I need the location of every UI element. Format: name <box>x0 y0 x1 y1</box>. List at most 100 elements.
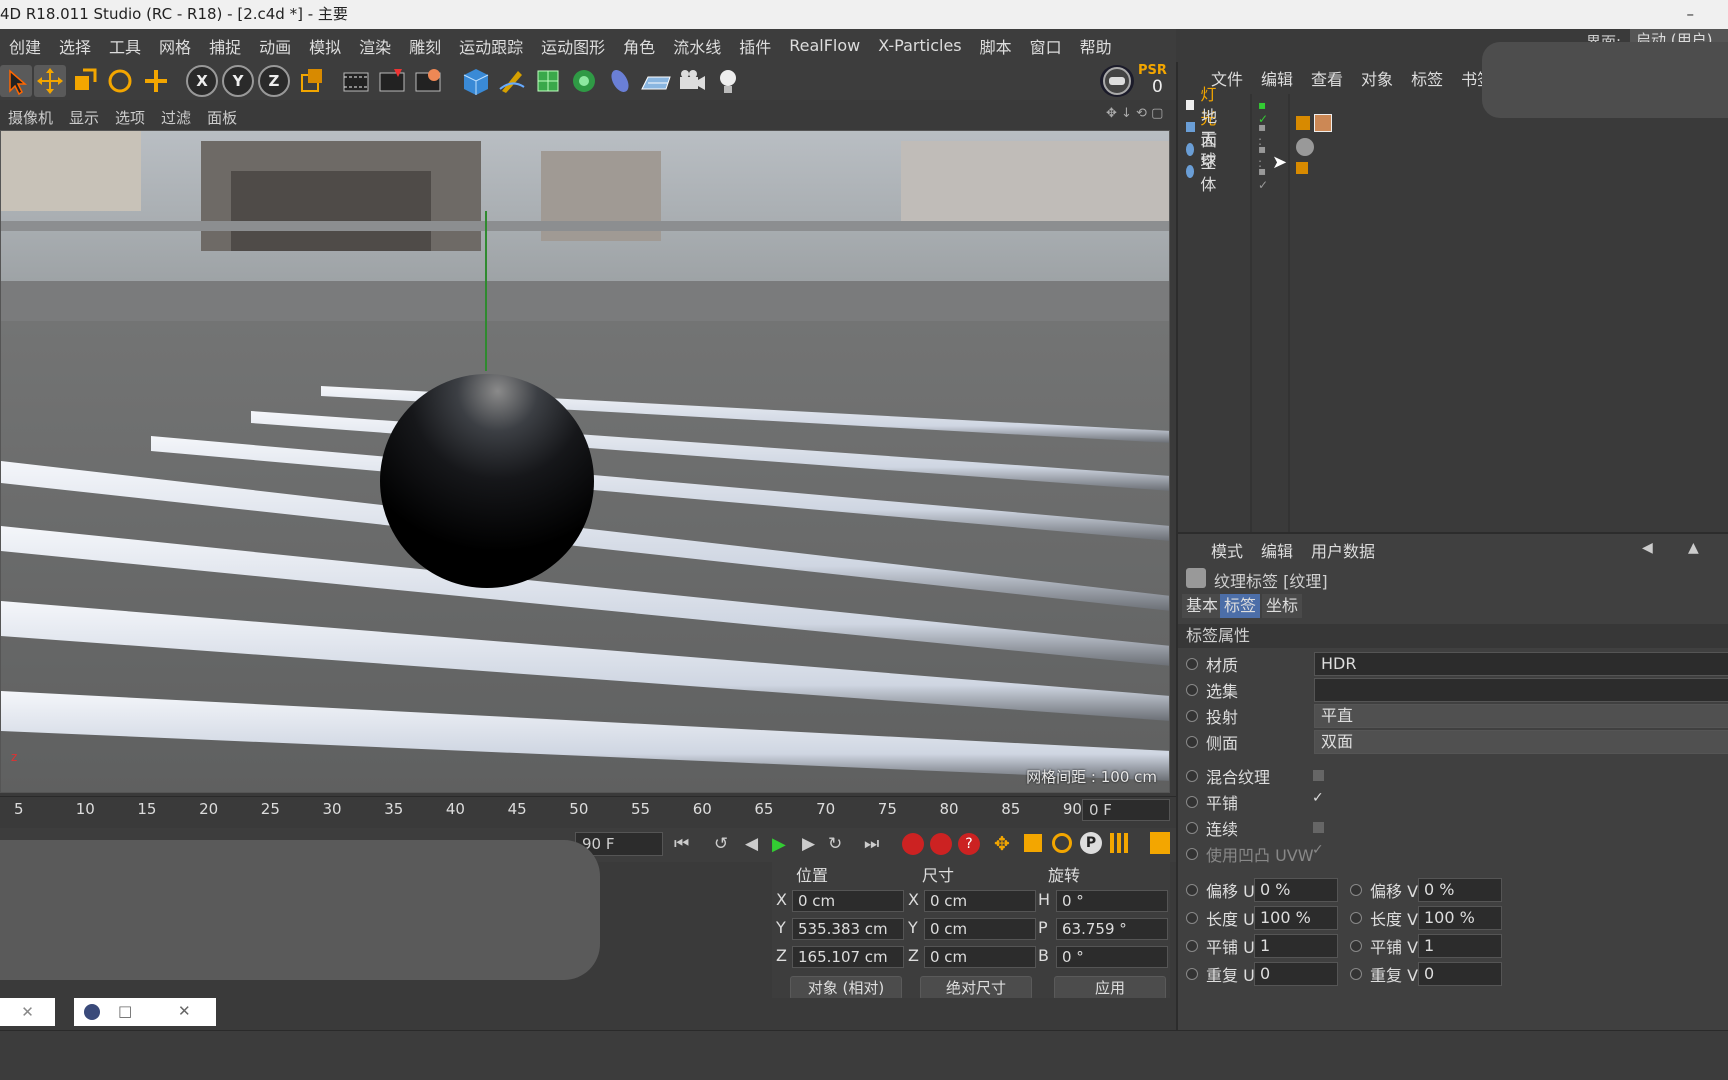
anim-radio-icon[interactable] <box>1186 658 1198 670</box>
render-settings-icon[interactable] <box>412 65 444 97</box>
prev-frame-icon[interactable]: ◀ <box>745 834 758 854</box>
camera-icon[interactable] <box>676 65 708 97</box>
timeline-scheme-icon[interactable] <box>1150 832 1170 854</box>
render-picture-viewer-icon[interactable] <box>376 65 408 97</box>
material-field[interactable]: HDR <box>1314 652 1728 676</box>
x-axis-lock-button[interactable]: X <box>186 65 218 97</box>
menu-item[interactable]: 渲染 <box>350 34 400 58</box>
seamless-checkbox[interactable] <box>1313 822 1324 833</box>
offset-v-field[interactable]: 0 % <box>1418 878 1502 902</box>
object-row-sphere[interactable]: 球体 <box>1186 151 1221 194</box>
key-parameter-icon[interactable]: P <box>1080 832 1102 854</box>
menu-item[interactable]: 窗口 <box>1021 34 1071 58</box>
anim-radio-icon[interactable] <box>1186 848 1198 860</box>
offset-u-field[interactable]: 0 % <box>1254 878 1338 902</box>
tab-tag[interactable]: 标签 <box>1220 594 1261 618</box>
anim-radio-icon[interactable] <box>1186 684 1198 696</box>
side-dropdown[interactable]: 双面 <box>1314 730 1728 754</box>
position-x-field[interactable]: 0 cm <box>792 890 904 912</box>
repeat-v-field[interactable]: 0 <box>1418 962 1502 986</box>
attr-menu-edit[interactable]: 编辑 <box>1252 538 1302 562</box>
record-key-icon[interactable] <box>902 833 924 855</box>
obj-menu-object[interactable]: 对象 <box>1352 66 1402 90</box>
size-mode-dropdown[interactable]: 绝对尺寸 <box>920 976 1032 1000</box>
rotation-p-field[interactable]: 63.759 ° <box>1056 918 1168 940</box>
key-position-icon[interactable]: ✥ <box>994 833 1010 855</box>
minimize-button[interactable]: – <box>1687 0 1695 29</box>
goto-start-icon[interactable]: ⏮ <box>674 834 689 854</box>
menu-item[interactable]: 流水线 <box>664 34 730 58</box>
size-z-field[interactable]: 0 cm <box>924 946 1036 968</box>
coordinate-system-icon[interactable] <box>296 65 328 97</box>
sphere-tag-icon[interactable] <box>1296 162 1308 174</box>
keyframe-selection-icon[interactable]: ? <box>958 833 980 855</box>
add-tool-icon[interactable] <box>140 65 172 97</box>
close-icon[interactable]: ✕ <box>178 1002 191 1020</box>
attr-menu-mode[interactable]: 模式 <box>1202 538 1252 562</box>
menu-item[interactable]: 角色 <box>614 34 664 58</box>
menu-item[interactable]: 选择 <box>50 34 100 58</box>
anim-radio-icon[interactable] <box>1186 968 1198 980</box>
object-mode-dropdown[interactable]: 对象 (相对) <box>790 976 902 1000</box>
mix-texture-checkbox[interactable] <box>1313 770 1324 781</box>
menu-item[interactable]: 运动跟踪 <box>450 34 532 58</box>
menu-item[interactable]: 工具 <box>100 34 150 58</box>
anim-radio-icon[interactable] <box>1186 822 1198 834</box>
document-tab[interactable]: □ ✕ <box>74 998 216 1026</box>
scale-tool-icon[interactable] <box>68 65 100 97</box>
anim-radio-icon[interactable] <box>1186 796 1198 808</box>
goto-end-icon[interactable]: ⏭ <box>864 834 879 854</box>
menu-item[interactable]: 帮助 <box>1071 34 1121 58</box>
material-tag-icon[interactable] <box>1314 114 1332 132</box>
maximize-icon[interactable]: □ <box>118 1002 132 1020</box>
3d-viewport[interactable]: z 网格间距 : 100 cm <box>0 130 1170 793</box>
anim-radio-icon[interactable] <box>1186 770 1198 782</box>
rotate-tool-icon[interactable] <box>104 65 136 97</box>
viewport-menu-camera[interactable]: 摄像机 <box>0 107 61 128</box>
viewport-nav-icons[interactable]: ✥ ↓ ⟲ ▢ <box>1106 106 1166 126</box>
key-pla-icon[interactable] <box>1110 833 1130 853</box>
size-x-field[interactable]: 0 cm <box>924 890 1036 912</box>
up-arrow-icon[interactable]: ▲ <box>1688 540 1699 556</box>
light-icon[interactable] <box>712 65 744 97</box>
tag-icon[interactable] <box>1296 116 1310 130</box>
anim-radio-icon[interactable] <box>1350 912 1362 924</box>
cube-primitive-icon[interactable] <box>460 65 492 97</box>
rotation-h-field[interactable]: 0 ° <box>1056 890 1168 912</box>
play-icon[interactable]: ▶ <box>772 834 786 855</box>
menu-item[interactable]: 脚本 <box>971 34 1021 58</box>
length-v-field[interactable]: 100 % <box>1418 906 1502 930</box>
tab-basic[interactable]: 基本 <box>1182 594 1223 618</box>
viewport-menu-options[interactable]: 选项 <box>107 107 153 128</box>
menu-item[interactable]: X-Particles <box>869 36 970 55</box>
attr-menu-userdata[interactable]: 用户数据 <box>1302 538 1384 562</box>
tiles-v-field[interactable]: 1 <box>1418 934 1502 958</box>
tile-checkbox-checked-icon[interactable]: ✓ <box>1312 790 1324 806</box>
viewport-menu-panel[interactable]: 面板 <box>199 107 245 128</box>
anim-radio-icon[interactable] <box>1186 736 1198 748</box>
sphere-object[interactable] <box>380 374 594 588</box>
pen-spline-icon[interactable] <box>496 65 528 97</box>
z-axis-lock-button[interactable]: Z <box>258 65 290 97</box>
length-u-field[interactable]: 100 % <box>1254 906 1338 930</box>
obj-menu-edit[interactable]: 编辑 <box>1252 66 1302 90</box>
menu-item[interactable]: 运动图形 <box>532 34 614 58</box>
rotation-b-field[interactable]: 0 ° <box>1056 946 1168 968</box>
bump-uvw-checked-icon[interactable]: ✓ <box>1312 842 1324 858</box>
move-tool-icon[interactable] <box>34 65 66 97</box>
deformer-icon[interactable] <box>604 65 636 97</box>
tab-coords[interactable]: 坐标 <box>1262 594 1303 618</box>
anim-radio-icon[interactable] <box>1350 884 1362 896</box>
cloner-icon[interactable] <box>568 65 600 97</box>
back-arrow-icon[interactable]: ◀ <box>1642 540 1653 556</box>
viewport-menu-display[interactable]: 显示 <box>61 107 107 128</box>
sky-material-tag-icon[interactable] <box>1296 138 1314 156</box>
psr-toggle-icon[interactable] <box>1100 65 1134 97</box>
anim-radio-icon[interactable] <box>1186 884 1198 896</box>
timeline-ruler[interactable]: 5 10 15 20 25 30 35 40 45 50 55 60 65 70 75 80 85 90 0 F <box>0 796 1176 824</box>
repeat-u-field[interactable]: 0 <box>1254 962 1338 986</box>
anim-radio-icon[interactable] <box>1186 940 1198 952</box>
tiles-u-field[interactable]: 1 <box>1254 934 1338 958</box>
selection-field[interactable] <box>1314 678 1728 702</box>
anim-radio-icon[interactable] <box>1186 912 1198 924</box>
